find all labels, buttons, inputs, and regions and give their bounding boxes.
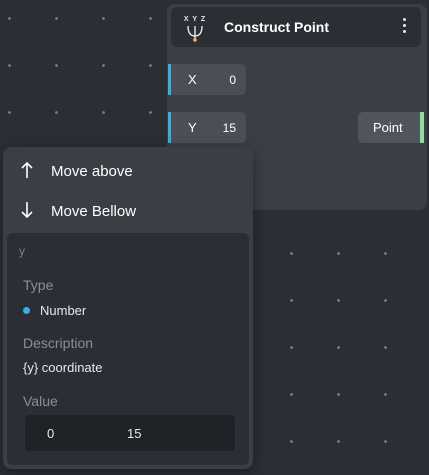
xyz-construct-icon: X Y Z — [183, 16, 207, 42]
value-label: Value — [23, 393, 58, 409]
output-point-label: Point — [373, 120, 403, 135]
move-above-label: Move above — [51, 163, 133, 180]
description-value: {y} coordinate — [23, 360, 103, 375]
input-y-value[interactable]: 15 — [223, 121, 236, 135]
type-label: Type — [23, 277, 54, 293]
node-header[interactable]: X Y Z Construct Point — [171, 7, 421, 47]
move-above-item[interactable]: Move above — [3, 151, 253, 191]
input-x-label: X — [188, 72, 197, 87]
arrow-down-icon — [21, 202, 33, 219]
context-menu: Move above Move Bellow y Type Number Des… — [3, 147, 253, 469]
value-field[interactable]: 0 15 — [25, 415, 235, 451]
input-y[interactable]: Y 15 — [168, 112, 246, 143]
kebab-menu-icon[interactable] — [401, 18, 407, 36]
node-title: Construct Point — [224, 19, 329, 35]
value-part-1[interactable]: 15 — [127, 426, 141, 441]
arrow-up-icon — [21, 161, 33, 178]
move-below-item[interactable]: Move Bellow — [3, 191, 253, 231]
value-part-0[interactable]: 0 — [47, 426, 54, 441]
input-x-value[interactable]: 0 — [229, 73, 236, 87]
move-below-label: Move Bellow — [51, 203, 137, 220]
output-point[interactable]: Point — [358, 112, 424, 143]
type-value: Number — [23, 303, 86, 318]
description-label: Description — [23, 335, 94, 351]
socket-inspector: y Type Number Description {y} coordinate… — [7, 233, 249, 465]
number-type-dot — [23, 307, 30, 314]
input-x[interactable]: X 0 — [168, 64, 246, 95]
socket-name: y — [19, 244, 25, 258]
input-y-label: Y — [188, 120, 197, 135]
